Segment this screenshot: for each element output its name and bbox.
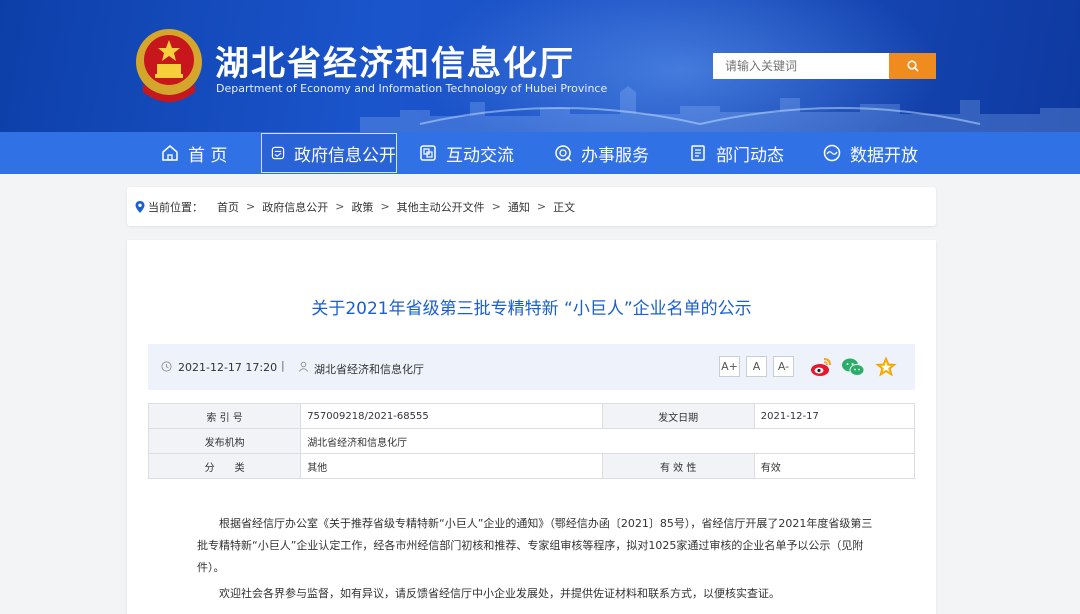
- header-banner: 湖北省经济和信息化厅 Department of Economy and Inf…: [0, 0, 1080, 132]
- table-row: 索 引 号 757009218/2021-68555 发文日期 2021-12-…: [147, 403, 916, 429]
- nav-item-open-data[interactable]: 数据开放: [822, 132, 918, 174]
- favorite-star-icon[interactable]: [874, 356, 898, 378]
- breadcrumb-gov-info[interactable]: 政府信息公开: [262, 199, 328, 215]
- weibo-share-icon[interactable]: [809, 356, 833, 378]
- site-subtitle: Department of Economy and Information Te…: [216, 82, 608, 95]
- article-meta-bar: 2021-12-17 17:20 | 湖北省经济和信息化厅 A+ A A-: [148, 344, 915, 390]
- table-row: 发布机构 湖北省经济和信息化厅: [147, 428, 915, 454]
- nav-label: 部门动态: [716, 145, 784, 166]
- nav-label: 政府信息公开: [294, 145, 396, 166]
- breadcrumb-prefix: 当前位置：: [148, 200, 203, 214]
- publish-datetime: 2021-12-17 17:20: [178, 361, 278, 374]
- nav-item-services[interactable]: 办事服务: [553, 132, 649, 174]
- national-emblem-icon: [136, 29, 202, 102]
- article-paragraph: 欢迎社会各界参与监督，如有异议，请反馈省经信厅中小企业发展处，并提供佐证材料和联…: [219, 587, 780, 600]
- breadcrumb-current: 正文: [553, 200, 576, 214]
- breadcrumb-separator: >: [335, 200, 345, 213]
- breadcrumb-separator: >: [246, 200, 256, 213]
- font-default-button[interactable]: A: [746, 356, 767, 377]
- data-icon: [823, 144, 841, 162]
- breadcrumb-policy[interactable]: 政策: [351, 199, 373, 215]
- breadcrumb: 当前位置： 首页 > 政府信息公开 > 政策 > 其他主动公开文件 > 通知 >…: [127, 187, 936, 226]
- nav-label: 数据开放: [850, 145, 918, 166]
- category-value: 其他: [300, 453, 603, 479]
- clock-icon: [161, 361, 172, 372]
- org-label: 发布机构: [147, 428, 302, 454]
- issue-date-value: 2021-12-17: [753, 403, 916, 429]
- search-input[interactable]: [713, 53, 889, 79]
- issue-date-label: 发文日期: [601, 403, 755, 429]
- home-icon: [162, 145, 178, 161]
- article-paragraph: 根据省经信厅办公室《关于推荐省级专精特新“小巨人”企业的通知》（鄂经信办函〔20…: [197, 517, 873, 574]
- article-card: 关于2021年省级第三批专精特新 “小巨人”企业名单的公示 2021-12-17…: [127, 240, 936, 614]
- document-info-table: 索 引 号 757009218/2021-68555 发文日期 2021-12-…: [147, 403, 916, 479]
- document-icon: [271, 146, 285, 160]
- validity-value: 有效: [753, 453, 916, 479]
- breadcrumb-home[interactable]: 首页: [217, 199, 239, 215]
- publisher-icon: [298, 361, 309, 372]
- breadcrumb-separator: >: [380, 200, 390, 213]
- font-increase-button[interactable]: A+: [719, 356, 740, 377]
- index-value: 757009218/2021-68555: [300, 403, 603, 429]
- category-label: 分 类: [147, 453, 302, 479]
- service-icon: [555, 145, 572, 162]
- breadcrumb-other-files[interactable]: 其他主动公开文件: [397, 199, 485, 215]
- breadcrumb-separator: >: [536, 200, 547, 213]
- font-decrease-button[interactable]: A-: [773, 356, 794, 377]
- site-title: 湖北省经济和信息化厅: [215, 44, 575, 84]
- breadcrumb-separator: >: [491, 200, 501, 213]
- index-label: 索 引 号: [147, 403, 302, 429]
- nav-label: 办事服务: [581, 145, 649, 166]
- validity-label: 有 效 性: [601, 453, 755, 479]
- nav-item-dept-news[interactable]: 部门动态: [688, 132, 784, 174]
- main-nav: 首 页 政府信息公开 互动交流 办事服务 部门动态 数据开放: [0, 132, 1080, 174]
- news-icon: [691, 145, 705, 161]
- table-row: 分 类 其他 有 效 性 有效: [147, 453, 916, 479]
- nav-label: 首 页: [188, 145, 228, 166]
- nav-item-gov-info[interactable]: 政府信息公开: [261, 133, 397, 173]
- nav-item-home[interactable]: 首 页: [160, 132, 227, 174]
- search-button[interactable]: [889, 53, 936, 79]
- breadcrumb-notice[interactable]: 通知: [508, 199, 530, 215]
- org-value: 湖北省经济和信息化厅: [300, 428, 915, 454]
- article-title: 关于2021年省级第三批专精特新 “小巨人”企业名单的公示: [311, 299, 752, 319]
- meta-divider: |: [281, 359, 285, 372]
- nav-item-interaction[interactable]: 互动交流: [418, 132, 514, 174]
- publish-source: 湖北省经济和信息化厅: [314, 363, 424, 376]
- nav-label: 互动交流: [446, 145, 514, 166]
- wechat-share-icon[interactable]: [841, 356, 865, 378]
- article-body: 根据省经信厅办公室《关于推荐省级专精特新“小巨人”企业的通知》（鄂经信办函〔20…: [197, 513, 877, 609]
- search-icon: [906, 60, 919, 72]
- chat-icon: [420, 145, 436, 161]
- location-pin-icon: [135, 200, 145, 213]
